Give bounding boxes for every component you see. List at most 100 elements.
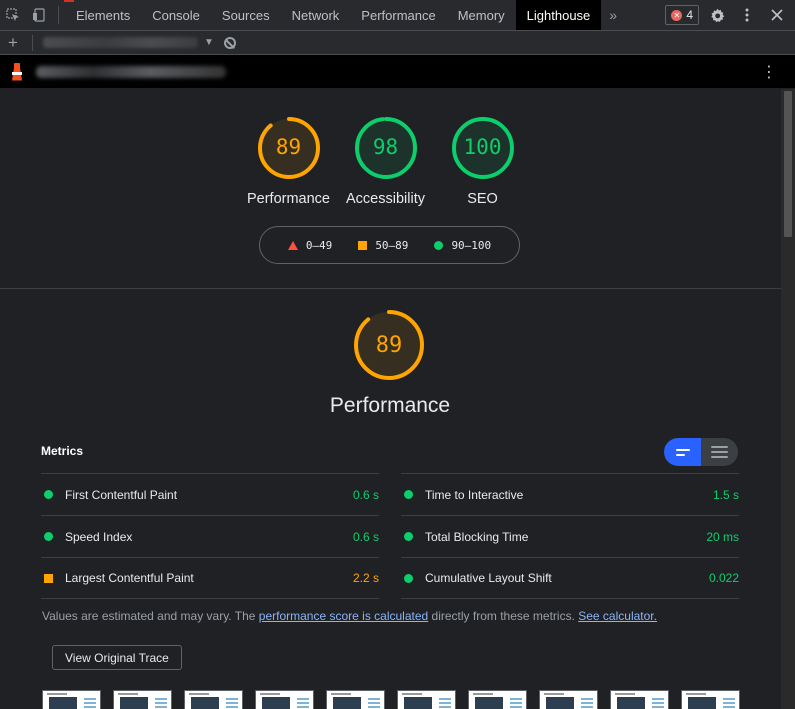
filmstrip-frame [113, 690, 172, 709]
filmstrip-frame [468, 690, 527, 709]
metric-value: 20 ms [706, 529, 739, 544]
average-square-icon [44, 573, 53, 583]
new-report-icon[interactable]: + [8, 34, 22, 51]
filmstrip-frame [539, 690, 598, 709]
tab-sources[interactable]: Sources [211, 0, 281, 30]
filmstrip-frame [255, 690, 314, 709]
error-indicator-mark [64, 0, 74, 2]
score-gauge-accessibility[interactable]: 98 Accessibility [346, 116, 425, 207]
average-square-icon [358, 240, 368, 250]
kebab-menu-icon[interactable] [735, 3, 759, 27]
legend-pass: 90–100 [434, 239, 491, 252]
pass-circle-icon [404, 573, 413, 583]
performance-gauge: 89 [353, 309, 425, 381]
toolbar-separator [58, 6, 59, 24]
clear-reports-icon[interactable] [223, 36, 236, 49]
metric-row: Largest Contentful Paint 2.2 s [41, 557, 379, 599]
more-tabs-icon[interactable]: » [601, 0, 625, 30]
metric-name: Speed Index [65, 529, 133, 544]
performance-score: 89 [375, 333, 403, 358]
scrollbar-thumb[interactable] [784, 91, 792, 237]
metrics-view-toggle[interactable] [664, 438, 738, 466]
pass-circle-icon [434, 240, 444, 250]
inspect-element-icon[interactable] [0, 0, 26, 30]
metric-name: First Contentful Paint [65, 487, 178, 502]
filmstrip-frame [397, 690, 456, 709]
view-original-trace-button[interactable]: View Original Trace [52, 645, 182, 670]
gauge-label: Accessibility [346, 191, 425, 207]
metrics-note: Values are estimated and may vary. The p… [42, 609, 657, 623]
filmstrip-frame [184, 690, 243, 709]
tab-performance[interactable]: Performance [350, 0, 446, 30]
gauge-score: 100 [463, 135, 502, 159]
metric-row: Speed Index 0.6 s [41, 515, 379, 557]
filmstrip-frame [610, 690, 669, 709]
metric-value: 2.2 s [352, 571, 379, 585]
filmstrip-frame [681, 690, 740, 709]
metric-name: Time to Interactive [425, 487, 524, 502]
report-url-bar: ⋮ [0, 55, 795, 88]
legend-average: 50–89 [358, 239, 408, 252]
gauge-ring: 89 [257, 116, 321, 180]
device-toolbar-icon[interactable] [26, 0, 52, 30]
metric-value: 0.6 s [352, 529, 379, 544]
score-gauge-seo[interactable]: 100 SEO [451, 116, 515, 207]
gauge-score: 98 [372, 135, 399, 159]
settings-gear-icon[interactable] [705, 3, 729, 27]
tab-network[interactable]: Network [281, 0, 351, 30]
metrics-heading: Metrics [41, 444, 84, 458]
pass-circle-icon [44, 490, 53, 499]
metric-name: Cumulative Layout Shift [425, 571, 552, 585]
tab-elements[interactable]: Elements [65, 0, 141, 30]
gauge-label: Performance [246, 191, 331, 207]
metric-value: 0.6 s [352, 487, 379, 502]
gauge-ring: 98 [354, 116, 418, 180]
pass-circle-icon [404, 490, 413, 499]
filmstrip-frame [326, 690, 385, 709]
pass-circle-icon [44, 532, 53, 541]
gauge-label: SEO [467, 191, 498, 207]
report-selector[interactable] [43, 37, 198, 48]
error-count: 4 [686, 8, 693, 22]
error-icon: ✕ [671, 9, 683, 21]
legend-fail: 0–49 [287, 239, 332, 252]
error-count-badge[interactable]: ✕ 4 [665, 5, 699, 25]
score-gauge-performance[interactable]: 89 Performance [247, 116, 330, 207]
metric-value: 1.5 s [712, 487, 739, 502]
performance-title: Performance [329, 394, 451, 417]
metric-name: Largest Contentful Paint [65, 571, 194, 585]
metric-row: Total Blocking Time 20 ms [401, 515, 739, 557]
tab-console[interactable]: Console [141, 0, 211, 30]
compact-view-icon[interactable] [664, 438, 701, 466]
gauge-score: 89 [275, 135, 302, 159]
metrics-grid: First Contentful Paint 0.6 s Time to Int… [41, 473, 739, 599]
filmstrip [42, 690, 740, 709]
lighthouse-report: 89 Performance 98 Accessibility 100 SEO … [0, 89, 781, 709]
expanded-view-icon[interactable] [701, 438, 738, 466]
metric-row: Cumulative Layout Shift 0.022 [401, 557, 739, 599]
score-legend: 0–49 50–89 90–100 [259, 226, 520, 264]
see-calculator-link[interactable]: See calculator. [578, 609, 657, 623]
section-divider [0, 288, 781, 289]
metric-value: 0.022 [708, 571, 739, 585]
gauge-ring: 100 [451, 116, 515, 180]
devtools-toolbar: Elements Console Sources Network Perform… [0, 0, 795, 31]
chevron-down-icon[interactable]: ▼ [204, 37, 214, 48]
lighthouse-toolbar: + ▼ [0, 31, 795, 55]
tab-memory[interactable]: Memory [447, 0, 516, 30]
report-scrollbar[interactable] [781, 89, 795, 709]
performance-score-link[interactable]: performance score is calculated [259, 609, 428, 623]
metric-row: First Contentful Paint 0.6 s [41, 473, 379, 515]
toolbar-separator [32, 34, 33, 51]
lighthouse-logo-icon [10, 62, 24, 81]
filmstrip-frame [42, 690, 101, 709]
summary-gauges: 89 Performance 98 Accessibility 100 SEO [0, 89, 781, 207]
metric-name: Total Blocking Time [425, 529, 529, 544]
report-url[interactable] [36, 65, 226, 78]
tab-lighthouse[interactable]: Lighthouse [515, 0, 602, 30]
close-icon[interactable] [765, 3, 789, 27]
fail-triangle-icon [287, 240, 298, 250]
pass-circle-icon [404, 532, 413, 541]
metric-row: Time to Interactive 1.5 s [401, 473, 739, 515]
report-menu-icon[interactable]: ⋮ [761, 62, 777, 82]
